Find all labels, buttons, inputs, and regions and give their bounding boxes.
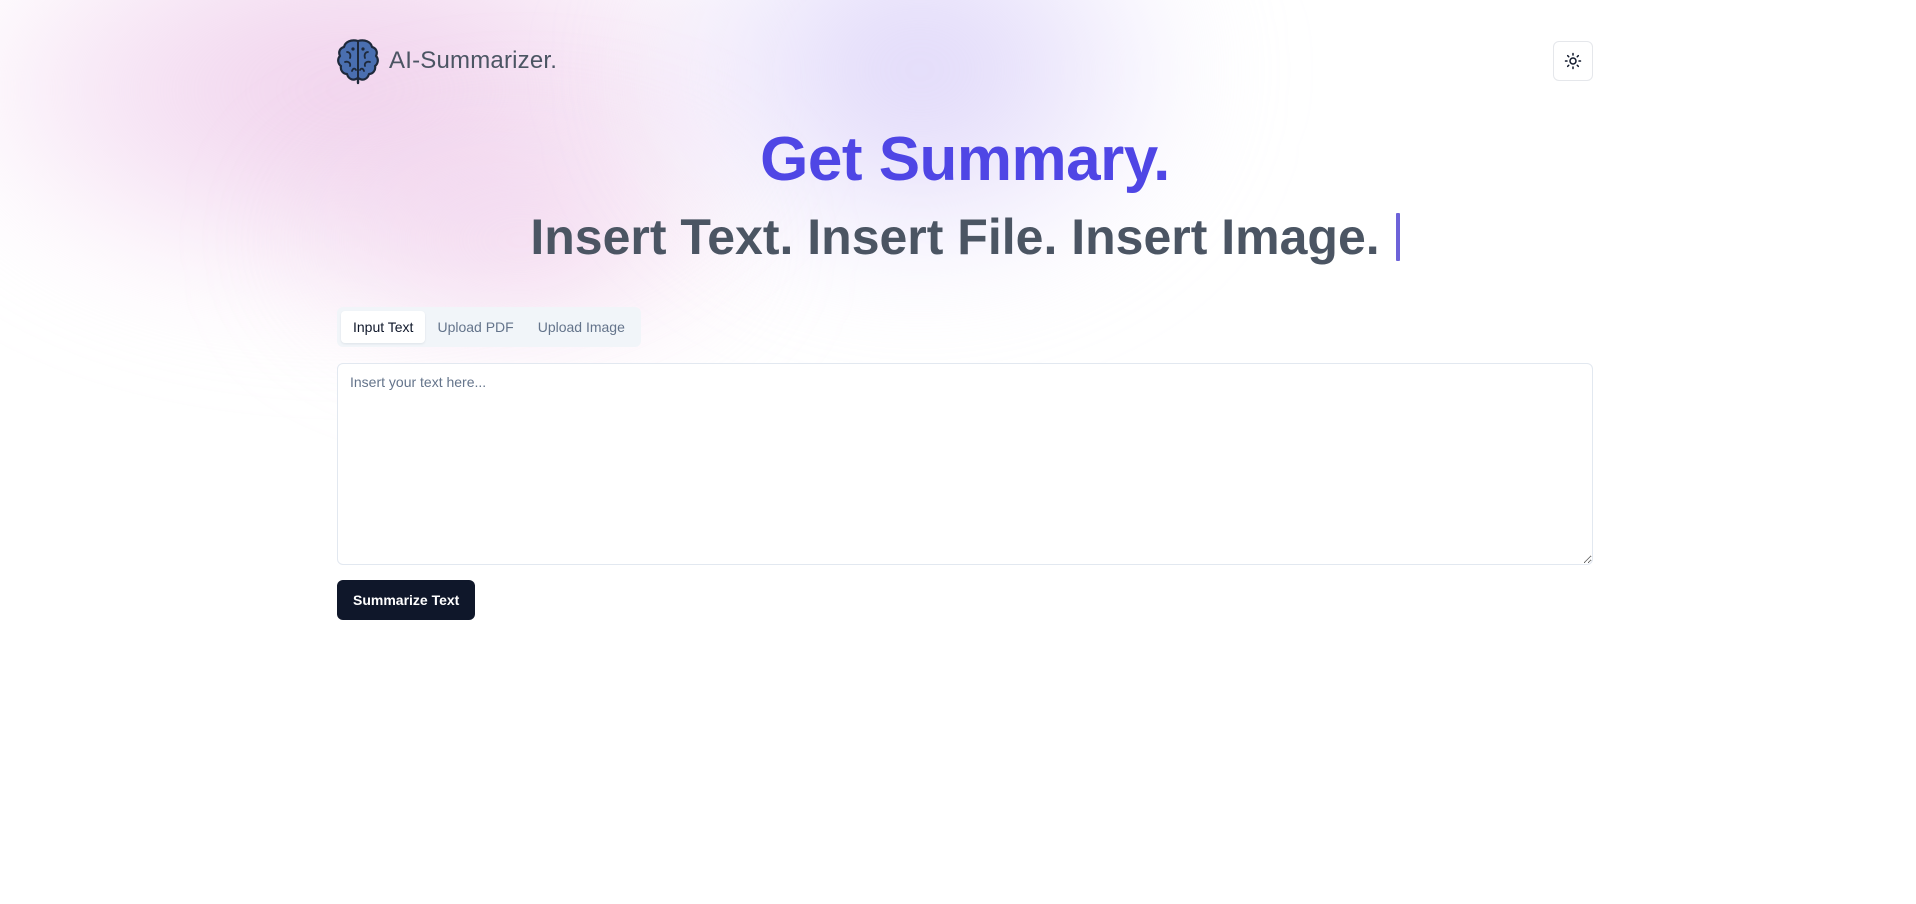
typing-caret <box>1395 213 1400 261</box>
tab-input-text[interactable]: Input Text <box>341 311 426 343</box>
brain-icon <box>337 39 379 85</box>
hero-subtitle-row: Insert Text. Insert File. Insert Image. <box>530 198 1400 276</box>
input-mode-tabs: Input Text Upload PDF Upload Image <box>337 307 641 347</box>
brand-name: AI-Summarizer. <box>389 47 558 74</box>
sun-icon <box>1564 52 1582 70</box>
page-title: Get Summary. <box>760 125 1170 194</box>
theme-toggle-button[interactable] <box>1553 41 1593 81</box>
text-input-area[interactable] <box>337 363 1593 565</box>
hero: Get Summary. Insert Text. Insert File. I… <box>337 122 1593 276</box>
tab-upload-pdf[interactable]: Upload PDF <box>425 311 525 343</box>
main-container: AI-Summarizer. Get Summary. Insert Text.… <box>337 0 1593 904</box>
brand[interactable]: AI-Summarizer. <box>337 37 557 85</box>
tab-upload-image[interactable]: Upload Image <box>526 311 637 343</box>
top-header: AI-Summarizer. <box>337 36 1593 86</box>
hero-subtitle: Insert Text. Insert File. Insert Image. <box>530 209 1380 265</box>
summarize-button[interactable]: Summarize Text <box>337 580 476 620</box>
